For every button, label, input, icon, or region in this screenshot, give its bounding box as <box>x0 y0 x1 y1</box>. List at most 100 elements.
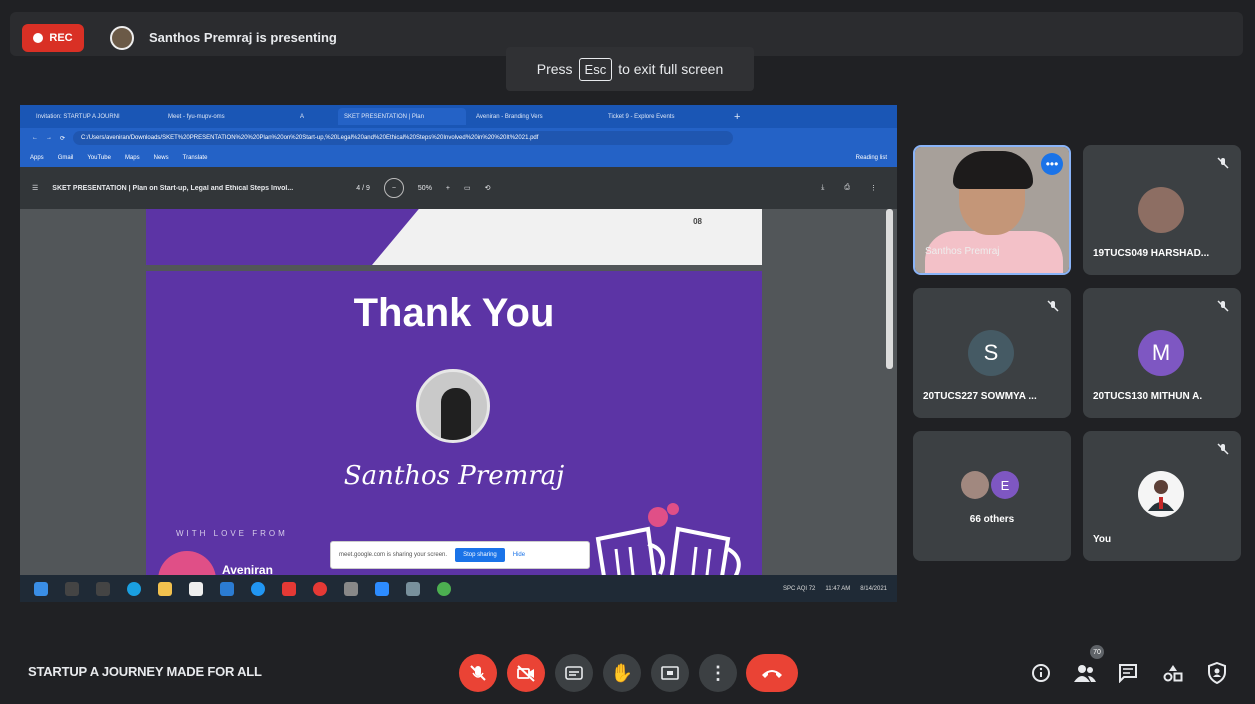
bookmark-apps[interactable]: Apps <box>30 155 44 161</box>
participant-tile-you[interactable]: You <box>1083 431 1241 561</box>
previous-slide: 08 <box>146 209 762 265</box>
fullscreen-hint: Press Esc to exit full screen <box>506 47 754 91</box>
zoom-app-icon[interactable] <box>375 581 389 596</box>
browser-tab[interactable]: Aveniran - Branding Vers <box>470 108 598 125</box>
browser-tab-strip: Invitation: STARTUP A JOURNI Meet - fyu-… <box>20 105 897 128</box>
people-button[interactable] <box>1072 660 1098 686</box>
fit-page-icon[interactable]: ▭ <box>464 184 471 192</box>
pdf-viewer[interactable]: 08 Thank You Santhos Premraj WITH LOVE F… <box>20 209 897 575</box>
page-indicator[interactable]: 4 / 9 <box>356 185 370 192</box>
participant-name: 19TUCS049 HARSHAD... <box>1093 248 1210 259</box>
captions-button[interactable] <box>555 654 593 692</box>
presenter-avatar <box>110 26 134 50</box>
reading-list[interactable]: Reading list <box>856 155 887 161</box>
participant-tile-sowmya[interactable]: S 20TUCS227 SOWMYA ... <box>913 288 1071 418</box>
pdf-more-icon[interactable]: ⋮ <box>870 184 877 192</box>
stop-sharing-button[interactable]: Stop sharing <box>455 548 505 562</box>
participant-photo <box>961 471 989 499</box>
mic-toggle-button[interactable] <box>459 654 497 692</box>
participant-avatar: E <box>991 471 1019 499</box>
host-controls-button[interactable] <box>1204 660 1230 686</box>
participant-tile-harshad[interactable]: 19TUCS049 HARSHAD... <box>1083 145 1241 275</box>
download-icon[interactable]: ⤓ <box>821 184 824 192</box>
menu-icon[interactable]: ☰ <box>32 184 38 192</box>
bookmark-youtube[interactable]: YouTube <box>87 155 111 161</box>
chrome-icon[interactable] <box>437 581 451 596</box>
present-button[interactable] <box>651 654 689 692</box>
end-call-icon <box>762 670 782 678</box>
participant-tile-others[interactable]: E 66 others <box>913 431 1071 561</box>
people-count-badge: 70 <box>1090 645 1104 659</box>
zoom-out-icon[interactable]: − <box>383 178 404 198</box>
pdf-title: SKET PRESENTATION | Plan on Start-up, Le… <box>52 184 294 192</box>
activities-button[interactable] <box>1160 660 1186 686</box>
participant-tile-santhos[interactable]: Santhos Premraj ••• <box>913 145 1071 275</box>
shared-screen: Invitation: STARTUP A JOURNI Meet - fyu-… <box>20 105 897 602</box>
cheers-mugs-illustration <box>595 503 741 575</box>
back-icon[interactable]: ← <box>32 135 38 141</box>
search-icon[interactable] <box>65 581 79 596</box>
store-icon[interactable] <box>189 581 203 596</box>
browser-tab[interactable]: Ticket 9 - Explore Events <box>602 108 730 125</box>
hint-after: to exit full screen <box>618 61 724 77</box>
zoom-level[interactable]: 50% <box>418 185 432 192</box>
chat-button[interactable] <box>1115 660 1141 686</box>
raise-hand-button[interactable]: ✋ <box>603 654 641 692</box>
captions-icon <box>565 666 583 680</box>
browser-tab[interactable]: Meet - fyu-mupv-oms <box>162 108 290 125</box>
app-icon[interactable] <box>344 581 358 596</box>
record-dot-icon <box>33 33 44 43</box>
new-tab-icon[interactable]: + <box>734 111 740 123</box>
edge-icon[interactable] <box>127 581 141 596</box>
print-icon[interactable]: ⎙ <box>844 184 850 192</box>
task-view-icon[interactable] <box>96 581 110 596</box>
people-icon <box>1074 665 1096 682</box>
mic-off-icon <box>470 665 486 681</box>
hide-share-bar-button[interactable]: Hide <box>513 552 525 558</box>
esc-key: Esc <box>578 57 613 81</box>
more-options-icon[interactable]: ••• <box>1041 153 1063 175</box>
more-options-icon: ⋮ <box>709 662 727 683</box>
file-explorer-icon[interactable] <box>158 581 172 596</box>
more-options-button[interactable]: ⋮ <box>699 654 737 692</box>
bookmark-gmail[interactable]: Gmail <box>58 155 74 161</box>
browser-tab-active[interactable]: SKET PRESENTATION | Plan <box>338 108 466 125</box>
participant-photo <box>1138 187 1184 233</box>
participant-tile-mithun[interactable]: M 20TUCS130 MITHUN A. <box>1083 288 1241 418</box>
zoom-in-icon[interactable]: + <box>446 185 450 192</box>
leave-call-button[interactable] <box>746 654 798 692</box>
reload-icon[interactable]: ⟳ <box>60 135 65 142</box>
browser-tab[interactable]: A <box>294 108 334 125</box>
forward-icon[interactable]: → <box>46 135 52 141</box>
mic-off-icon <box>1215 298 1231 314</box>
participant-avatar: M <box>1138 330 1184 376</box>
app-red-icon[interactable] <box>282 581 296 596</box>
browser-tab[interactable]: Invitation: STARTUP A JOURNI <box>30 108 158 125</box>
org-logo <box>158 551 216 575</box>
recording-label: REC <box>49 32 73 44</box>
present-icon <box>661 666 679 680</box>
opera-icon[interactable] <box>313 581 327 596</box>
photos-icon[interactable] <box>406 581 420 596</box>
rotate-icon[interactable]: ⟲ <box>485 184 491 192</box>
slide-number: 08 <box>693 217 702 226</box>
screen-share-bar: meet.google.com is sharing your screen. … <box>330 541 590 569</box>
bookmark-translate[interactable]: Translate <box>183 155 208 161</box>
chat-icon <box>1119 664 1137 683</box>
mail-icon[interactable] <box>220 581 234 596</box>
with-love-text: WITH LOVE FROM <box>176 529 288 538</box>
skype-icon[interactable] <box>251 581 265 596</box>
meeting-details-button[interactable] <box>1028 660 1054 686</box>
system-tray: SPC AQI 72 11:47 AM 8/14/2021 <box>783 586 887 592</box>
camera-toggle-button[interactable] <box>507 654 545 692</box>
bookmarks-bar: Apps Gmail YouTube Maps News Translate R… <box>20 148 897 167</box>
pdf-scrollbar[interactable] <box>886 209 893 369</box>
others-count: 66 others <box>969 514 1015 525</box>
windows-start-icon[interactable] <box>34 581 48 596</box>
address-bar[interactable]: C:/Users/aveniran/Downloads/SKET%20PRESE… <box>73 131 734 145</box>
clock-date: 8/14/2021 <box>860 585 887 592</box>
bookmark-maps[interactable]: Maps <box>125 155 140 161</box>
participant-name: 20TUCS130 MITHUN A. <box>1093 391 1203 402</box>
bookmark-news[interactable]: News <box>154 155 169 161</box>
weather-text: SPC AQI 72 <box>783 585 816 592</box>
